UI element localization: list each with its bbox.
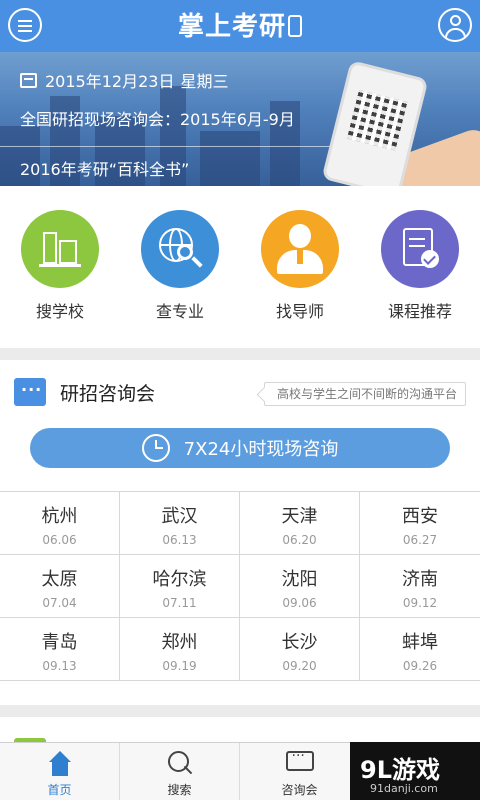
quick-label: 搜学校 <box>35 302 84 321</box>
city-date: 09.12 <box>402 596 438 610</box>
banner-divider <box>0 146 350 147</box>
app-header: 掌上考研 <box>0 0 480 52</box>
quick-label: 找导师 <box>275 302 324 321</box>
quick-course-recommend[interactable]: 课程推荐 <box>360 210 480 322</box>
city-date: 07.11 <box>162 596 197 610</box>
phone-logo-icon <box>288 15 302 37</box>
city-cell[interactable]: 沈阳 09.06 <box>240 555 360 617</box>
section-header: 研招咨询会 <box>14 378 155 406</box>
city-cell[interactable]: 蚌埠 09.26 <box>360 618 480 680</box>
city-date: 09.20 <box>282 659 317 673</box>
section-divider <box>0 348 480 360</box>
city-cell[interactable]: 青岛 09.13 <box>0 618 120 680</box>
city-name: 蚌埠 <box>402 632 438 653</box>
city-date: 09.19 <box>162 659 197 673</box>
city-cell[interactable]: 长沙 09.20 <box>240 618 360 680</box>
city-name: 太原 <box>41 569 78 590</box>
teacher-icon <box>261 210 339 288</box>
search-icon <box>166 751 194 777</box>
city-name: 青岛 <box>41 632 78 653</box>
city-grid: 杭州 06.06 武汉 06.13 天津 06.20 西安 06.27 太原 07.04 … <box>0 491 480 681</box>
nav-search[interactable]: 搜索 <box>120 743 240 800</box>
city-name: 哈尔滨 <box>152 569 207 590</box>
city-cell[interactable]: 武汉 06.13 <box>120 492 240 554</box>
watermark-logo: 9L游戏 91danji.com <box>350 742 480 800</box>
school-building-icon <box>21 210 99 288</box>
section-tagline: 高校与学生之间不间断的沟通平台 <box>263 382 466 406</box>
city-name: 天津 <box>281 506 318 527</box>
course-check-icon <box>381 210 459 288</box>
quick-label: 课程推荐 <box>387 302 452 321</box>
city-name: 济南 <box>402 569 438 590</box>
quick-find-tutor[interactable]: 找导师 <box>240 210 360 322</box>
app-title: 掌上考研 <box>0 6 480 43</box>
watermark-main: 9L游戏 <box>360 756 440 784</box>
section-title: 研招咨询会 <box>60 382 156 405</box>
city-date: 06.20 <box>282 533 317 547</box>
chat-icon <box>285 748 314 777</box>
city-cell[interactable]: 郑州 09.19 <box>120 618 240 680</box>
city-cell[interactable]: 哈尔滨 07.11 <box>120 555 240 617</box>
banner-weekday: 星期三 <box>180 72 229 91</box>
city-name: 杭州 <box>41 506 78 527</box>
city-date: 06.13 <box>162 533 197 547</box>
nav-label: 搜索 <box>167 783 192 797</box>
city-cell[interactable]: 杭州 06.06 <box>0 492 120 554</box>
city-name: 西安 <box>402 506 438 527</box>
city-cell[interactable]: 西安 06.27 <box>360 492 480 554</box>
city-name: 长沙 <box>281 632 318 653</box>
city-cell[interactable]: 济南 09.12 <box>360 555 480 617</box>
city-row: 杭州 06.06 武汉 06.13 天津 06.20 西安 06.27 <box>0 492 480 555</box>
globe-search-icon <box>141 210 219 288</box>
home-icon <box>46 751 74 777</box>
banner-date: 2015年12月23日 星期三 <box>20 68 234 92</box>
nav-consult[interactable]: 咨询会 <box>240 743 360 800</box>
consult-24h-button[interactable]: 7X24小时现场咨询 <box>30 428 450 468</box>
city-date: 06.27 <box>402 533 438 547</box>
watermark-sub: 91danji.com <box>370 782 438 795</box>
chat-bubble-icon <box>14 378 46 406</box>
city-cell[interactable]: 天津 06.20 <box>240 492 360 554</box>
promo-banner[interactable]: 2015年12月23日 星期三 全国研招现场咨询会：2015年6月-9月 201… <box>0 52 480 186</box>
clock-icon <box>141 434 170 462</box>
city-date: 09.26 <box>402 659 438 673</box>
nav-label: 咨询会 <box>281 783 318 797</box>
quick-search-school[interactable]: 搜学校 <box>0 210 120 322</box>
calendar-icon <box>20 72 37 88</box>
banner-book: 2016年考研“百科全书” <box>20 160 190 179</box>
city-row: 青岛 09.13 郑州 09.19 长沙 09.20 蚌埠 09.26 <box>0 618 480 681</box>
banner-event: 全国研招现场咨询会：2015年6月-9月 <box>20 110 295 129</box>
city-name: 沈阳 <box>281 569 318 590</box>
quick-search-major[interactable]: 查专业 <box>120 210 240 322</box>
qr-code-icon <box>346 89 408 151</box>
quick-label: 查专业 <box>155 302 204 321</box>
consult-button-label: 7X24小时现场咨询 <box>183 439 339 460</box>
user-avatar-icon[interactable] <box>438 8 472 42</box>
city-date: 07.04 <box>42 596 77 610</box>
city-name: 郑州 <box>161 632 198 653</box>
city-name: 武汉 <box>161 506 198 527</box>
city-date: 09.13 <box>42 659 77 673</box>
city-row: 太原 07.04 哈尔滨 07.11 沈阳 09.06 济南 09.12 <box>0 555 480 618</box>
nav-home[interactable]: 首页 <box>0 743 120 800</box>
city-date: 06.06 <box>42 533 77 547</box>
banner-date-text: 2015年12月23日 <box>45 72 175 91</box>
city-date: 09.06 <box>282 596 317 610</box>
nav-label: 首页 <box>47 783 72 797</box>
city-cell[interactable]: 太原 07.04 <box>0 555 120 617</box>
quick-menu: 搜学校 查专业 找导师 课程推荐 <box>0 186 480 348</box>
section-divider <box>0 705 480 717</box>
